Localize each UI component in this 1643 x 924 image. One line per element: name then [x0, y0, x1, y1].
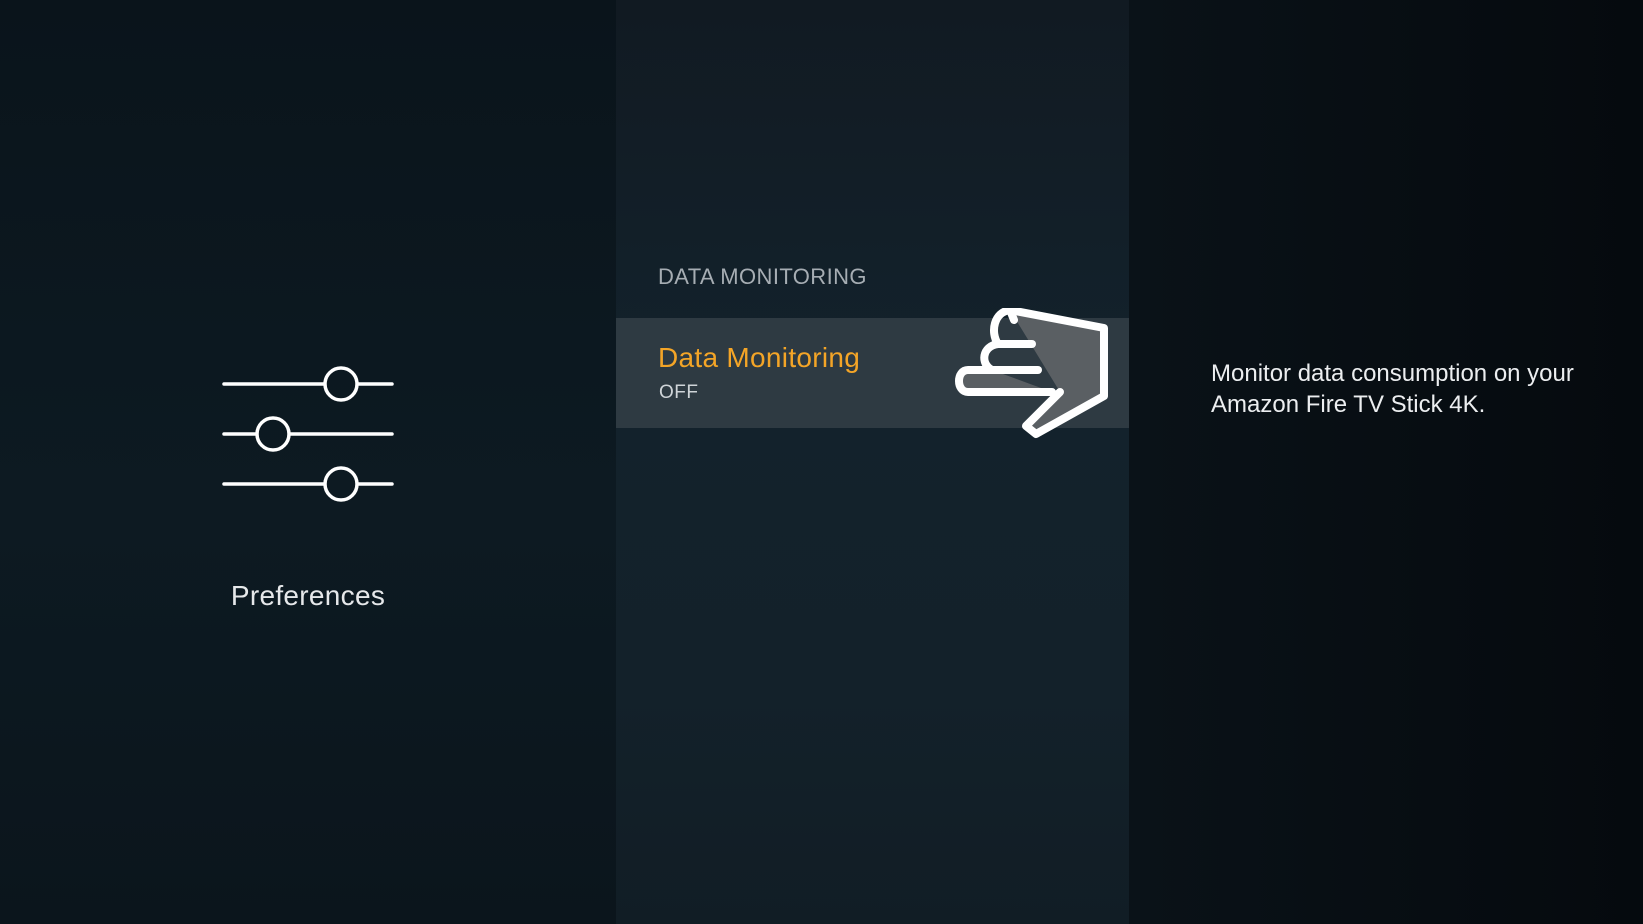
settings-list-pane [616, 0, 1129, 924]
category-pane: Preferences [0, 0, 616, 924]
section-heading: DATA MONITORING [658, 264, 867, 289]
pointing-hand-icon [955, 308, 1108, 438]
description-pane [1129, 0, 1643, 924]
data-monitoring-status: OFF [659, 382, 699, 403]
item-description: Monitor data consumption on your Amazon … [1211, 360, 1574, 418]
data-monitoring-title: Data Monitoring [658, 342, 861, 373]
sliders-icon [222, 366, 394, 502]
fire-tv-settings-screen: Preferences DATA MONITORING Data Monitor… [0, 0, 1643, 924]
category-label: Preferences [230, 580, 386, 611]
